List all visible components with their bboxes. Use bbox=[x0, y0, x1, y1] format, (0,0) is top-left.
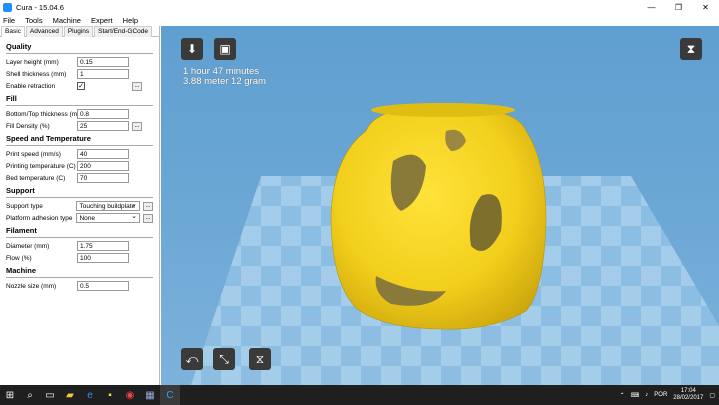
platform-adhesion-select[interactable]: None bbox=[76, 212, 141, 223]
tab-basic[interactable]: Basic bbox=[1, 26, 25, 37]
load-icon: ⬇ bbox=[186, 42, 198, 56]
save-icon: ▣ bbox=[219, 42, 231, 56]
view-mode-button[interactable]: ⧗ bbox=[680, 38, 702, 60]
divider bbox=[6, 277, 153, 278]
field-label: Enable retraction bbox=[6, 82, 56, 90]
field-label: Bed temperature (C) bbox=[6, 174, 66, 182]
retraction-checkbox[interactable]: ✓ bbox=[77, 82, 85, 90]
support-settings-button[interactable]: ... bbox=[143, 201, 153, 211]
language-indicator[interactable]: POR bbox=[654, 392, 667, 398]
layer-height-input[interactable]: 0.15 bbox=[77, 57, 129, 67]
divider bbox=[6, 105, 153, 106]
diameter-input[interactable]: 1.75 bbox=[77, 241, 129, 251]
model-top-opening bbox=[371, 103, 515, 117]
system-tray: ⌃ ⌨ ♪ POR 17:04 28/02/2017 ▢ bbox=[620, 385, 715, 405]
settings-panel: Basic Advanced Plugins Start/End-GCode Q… bbox=[0, 26, 160, 385]
field-label: Bottom/Top thickness (mm) bbox=[6, 110, 85, 118]
cura-app-icon bbox=[3, 3, 12, 12]
tab-advanced[interactable]: Advanced bbox=[25, 26, 63, 37]
clock-date: 28/02/2017 bbox=[673, 395, 704, 401]
print-material: 3.88 meter 12 gram bbox=[183, 76, 266, 87]
printing-temperature-input[interactable]: 200 bbox=[77, 161, 129, 171]
tab-start-end-gcode[interactable]: Start/End-GCode bbox=[94, 26, 153, 37]
menu-bar: File Tools Machine Expert Help bbox=[0, 15, 719, 26]
scale-button[interactable]: ⤡ bbox=[213, 348, 235, 370]
field-label: Layer height (mm) bbox=[6, 58, 59, 66]
bed-temperature-input[interactable]: 70 bbox=[77, 173, 129, 183]
menu-machine[interactable]: Machine bbox=[53, 16, 81, 25]
divider bbox=[6, 53, 153, 54]
section-title: Filament bbox=[6, 226, 37, 235]
task-view-icon[interactable]: ▭ bbox=[40, 385, 60, 405]
edge-icon[interactable]: e bbox=[80, 385, 100, 405]
tab-plugins[interactable]: Plugins bbox=[63, 26, 94, 37]
field-label: Shell thickness (mm) bbox=[6, 70, 67, 78]
close-icon[interactable]: ✕ bbox=[692, 0, 719, 15]
mirror-icon: ⧖ bbox=[255, 351, 265, 366]
bottom-top-thickness-input[interactable]: 0.8 bbox=[77, 109, 129, 119]
mirror-button[interactable]: ⧖ bbox=[249, 348, 271, 370]
field-label: Nozzle size (mm) bbox=[6, 282, 57, 290]
flow-input[interactable]: 100 bbox=[77, 253, 129, 263]
cura-taskbar-icon[interactable]: C bbox=[160, 385, 180, 405]
quality-section: Quality Layer height (mm) 0.15 Shell thic… bbox=[0, 37, 159, 292]
nozzle-size-input[interactable]: 0.5 bbox=[77, 281, 129, 291]
menu-expert[interactable]: Expert bbox=[91, 16, 113, 25]
section-title: Machine bbox=[6, 266, 37, 275]
clock-time: 17:04 bbox=[680, 388, 696, 394]
chevron-up-icon[interactable]: ⌃ bbox=[620, 392, 625, 399]
windows-start-icon[interactable]: ⊞ bbox=[0, 385, 20, 405]
menu-tools[interactable]: Tools bbox=[25, 16, 43, 25]
divider bbox=[6, 237, 153, 238]
clock[interactable]: 17:04 28/02/2017 bbox=[673, 388, 703, 402]
minimize-icon[interactable]: — bbox=[638, 0, 665, 15]
maximize-icon[interactable]: ❐ bbox=[665, 0, 692, 15]
divider bbox=[6, 145, 153, 146]
section-title: Fill bbox=[6, 94, 17, 103]
section-title: Quality bbox=[6, 42, 32, 51]
support-type-select[interactable]: Touching buildplate bbox=[76, 200, 141, 211]
notification-icon[interactable]: ▢ bbox=[709, 392, 715, 399]
field-label: Diameter (mm) bbox=[6, 242, 50, 250]
fill-settings-button[interactable]: ... bbox=[132, 121, 142, 131]
shell-thickness-input[interactable]: 1 bbox=[77, 69, 129, 79]
window-controls: — ❐ ✕ bbox=[638, 0, 719, 15]
print-estimate: 1 hour 47 minutes 3.88 meter 12 gram bbox=[183, 67, 266, 87]
sticky-notes-icon[interactable]: ▪ bbox=[100, 385, 120, 405]
volume-icon[interactable]: ♪ bbox=[645, 392, 648, 398]
settings-tabs: Basic Advanced Plugins Start/End-GCode bbox=[0, 26, 159, 37]
adhesion-settings-button[interactable]: ... bbox=[143, 213, 153, 223]
load-model-button[interactable]: ⬇ bbox=[181, 38, 203, 60]
field-label: Platform adhesion type bbox=[6, 214, 73, 222]
divider bbox=[6, 197, 153, 198]
field-label: Support type bbox=[6, 202, 43, 210]
network-icon[interactable]: ⌨ bbox=[631, 392, 640, 399]
search-icon[interactable]: ⌕ bbox=[20, 385, 40, 405]
title-bar: Cura - 15.04.6 — ❐ ✕ bbox=[0, 0, 719, 15]
app-icon[interactable]: ▦ bbox=[140, 385, 160, 405]
rotate-icon: ⤺ bbox=[185, 351, 199, 366]
window-title: Cura - 15.04.6 bbox=[16, 3, 64, 12]
rotate-button[interactable]: ⤺ bbox=[181, 348, 203, 370]
menu-file[interactable]: File bbox=[3, 16, 15, 25]
field-label: Printing temperature (C) bbox=[6, 162, 76, 170]
3d-viewport[interactable]: ⬇ ▣ ⧗ 1 hour 47 minutes 3.88 meter 12 gr… bbox=[161, 26, 719, 385]
fill-density-input[interactable]: 25 bbox=[77, 121, 129, 131]
retraction-settings-button[interactable]: ... bbox=[132, 81, 142, 91]
menu-help[interactable]: Help bbox=[123, 16, 138, 25]
field-label: Print speed (mm/s) bbox=[6, 150, 61, 158]
chrome-icon[interactable]: ◉ bbox=[120, 385, 140, 405]
field-label: Flow (%) bbox=[6, 254, 32, 262]
section-title: Speed and Temperature bbox=[6, 134, 91, 143]
taskbar: ⊞ ⌕ ▭ ▰ e ▪ ◉ ▦ C ⌃ ⌨ ♪ POR 17:04 28/02/… bbox=[0, 385, 719, 405]
save-gcode-button[interactable]: ▣ bbox=[214, 38, 236, 60]
section-title: Support bbox=[6, 186, 35, 195]
scale-icon: ⤡ bbox=[219, 351, 229, 366]
file-explorer-icon[interactable]: ▰ bbox=[60, 385, 80, 405]
print-speed-input[interactable]: 40 bbox=[77, 149, 129, 159]
view-mode-icon: ⧗ bbox=[686, 41, 696, 56]
field-label: Fill Density (%) bbox=[6, 122, 50, 130]
